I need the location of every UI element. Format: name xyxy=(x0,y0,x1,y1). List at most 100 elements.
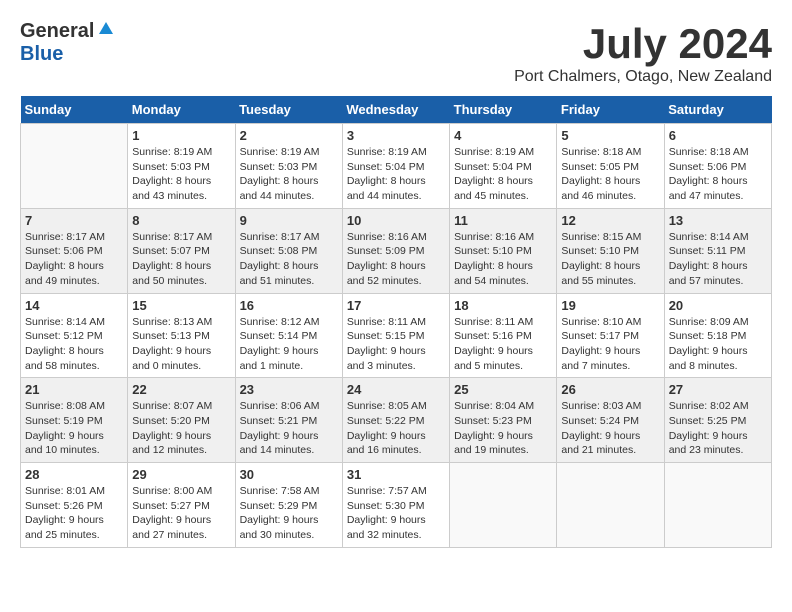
calendar-cell: 21 Sunrise: 8:08 AMSunset: 5:19 PMDayligh… xyxy=(21,378,128,463)
day-number: 10 xyxy=(347,213,445,228)
day-number: 31 xyxy=(347,467,445,482)
calendar-week-2: 14 Sunrise: 8:14 AMSunset: 5:12 PMDayligh… xyxy=(21,293,772,378)
logo-blue: Blue xyxy=(20,43,63,65)
calendar-cell: 16Sunrise: 8:12 AMSunset: 5:14 PMDayligh… xyxy=(235,293,342,378)
day-info: Sunrise: 8:19 AMSunset: 5:03 PMDaylight:… xyxy=(132,145,230,204)
day-number: 11 xyxy=(454,213,552,228)
day-info: Sunrise: 8:19 AMSunset: 5:04 PMDaylight:… xyxy=(347,145,445,204)
title-section: July 2024 Port Chalmers, Otago, New Zeal… xyxy=(514,20,772,86)
day-number: 12 xyxy=(561,213,659,228)
calendar-cell xyxy=(450,463,557,548)
day-number: 6 xyxy=(669,128,767,143)
day-number: 3 xyxy=(347,128,445,143)
day-number: 17 xyxy=(347,298,445,313)
day-info: Sunrise: 8:17 AMSunset: 5:07 PMDaylight:… xyxy=(132,230,230,289)
day-info: Sunrise: 8:05 AMSunset: 5:22 PMDaylight:… xyxy=(347,399,445,458)
day-number: 1 xyxy=(132,128,230,143)
calendar-cell: 8 Sunrise: 8:17 AMSunset: 5:07 PMDaylight… xyxy=(128,208,235,293)
day-info: Sunrise: 8:18 AMSunset: 5:05 PMDaylight:… xyxy=(561,145,659,204)
logo-general: General xyxy=(20,20,94,43)
day-info: Sunrise: 8:17 AMSunset: 5:08 PMDaylight:… xyxy=(240,230,338,289)
day-info: Sunrise: 7:58 AMSunset: 5:29 PMDaylight:… xyxy=(240,484,338,543)
calendar-cell: 5 Sunrise: 8:18 AMSunset: 5:05 PMDaylight… xyxy=(557,124,664,209)
calendar-cell: 10 Sunrise: 8:16 AMSunset: 5:09 PMDayligh… xyxy=(342,208,449,293)
day-info: Sunrise: 8:10 AMSunset: 5:17 PMDaylight:… xyxy=(561,315,659,374)
calendar-cell: 12 Sunrise: 8:15 AMSunset: 5:10 PMDayligh… xyxy=(557,208,664,293)
calendar-cell: 15Sunrise: 8:13 AMSunset: 5:13 PMDayligh… xyxy=(128,293,235,378)
day-number: 13 xyxy=(669,213,767,228)
day-info: Sunrise: 8:16 AMSunset: 5:09 PMDaylight:… xyxy=(347,230,445,289)
day-number: 20 xyxy=(669,298,767,313)
day-number: 21 xyxy=(25,382,123,397)
calendar-cell: 13Sunrise: 8:14 AMSunset: 5:11 PMDayligh… xyxy=(664,208,771,293)
calendar-cell xyxy=(557,463,664,548)
day-number: 25 xyxy=(454,382,552,397)
calendar-cell: 26Sunrise: 8:03 AMSunset: 5:24 PMDayligh… xyxy=(557,378,664,463)
calendar-cell xyxy=(21,124,128,209)
day-number: 7 xyxy=(25,213,123,228)
day-number: 19 xyxy=(561,298,659,313)
calendar-cell: 25Sunrise: 8:04 AMSunset: 5:23 PMDayligh… xyxy=(450,378,557,463)
day-number: 8 xyxy=(132,213,230,228)
calendar-cell: 31Sunrise: 7:57 AMSunset: 5:30 PMDayligh… xyxy=(342,463,449,548)
day-number: 9 xyxy=(240,213,338,228)
calendar-cell xyxy=(664,463,771,548)
day-info: Sunrise: 8:00 AMSunset: 5:27 PMDaylight:… xyxy=(132,484,230,543)
day-info: Sunrise: 8:18 AMSunset: 5:06 PMDaylight:… xyxy=(669,145,767,204)
day-info: Sunrise: 8:13 AMSunset: 5:13 PMDaylight:… xyxy=(132,315,230,374)
day-info: Sunrise: 8:19 AMSunset: 5:03 PMDaylight:… xyxy=(240,145,338,204)
day-number: 14 xyxy=(25,298,123,313)
day-number: 24 xyxy=(347,382,445,397)
calendar-week-3: 21 Sunrise: 8:08 AMSunset: 5:19 PMDayligh… xyxy=(21,378,772,463)
day-info: Sunrise: 8:01 AMSunset: 5:26 PMDaylight:… xyxy=(25,484,123,543)
calendar-cell: 18Sunrise: 8:11 AMSunset: 5:16 PMDayligh… xyxy=(450,293,557,378)
day-info: Sunrise: 8:19 AMSunset: 5:04 PMDaylight:… xyxy=(454,145,552,204)
day-number: 22 xyxy=(132,382,230,397)
day-info: Sunrise: 8:16 AMSunset: 5:10 PMDaylight:… xyxy=(454,230,552,289)
calendar-cell: 11 Sunrise: 8:16 AMSunset: 5:10 PMDayligh… xyxy=(450,208,557,293)
calendar-cell: 24 Sunrise: 8:05 AMSunset: 5:22 PMDayligh… xyxy=(342,378,449,463)
day-number: 5 xyxy=(561,128,659,143)
location-title: Port Chalmers, Otago, New Zealand xyxy=(514,68,772,86)
calendar-cell: 27Sunrise: 8:02 AMSunset: 5:25 PMDayligh… xyxy=(664,378,771,463)
calendar-cell: 14 Sunrise: 8:14 AMSunset: 5:12 PMDayligh… xyxy=(21,293,128,378)
day-info: Sunrise: 8:11 AMSunset: 5:16 PMDaylight:… xyxy=(454,315,552,374)
logo: General Blue xyxy=(20,20,115,66)
day-info: Sunrise: 8:15 AMSunset: 5:10 PMDaylight:… xyxy=(561,230,659,289)
month-title: July 2024 xyxy=(514,20,772,68)
calendar-table: SundayMondayTuesdayWednesdayThursdayFrid… xyxy=(20,96,772,548)
calendar-week-4: 28 Sunrise: 8:01 AMSunset: 5:26 PMDayligh… xyxy=(21,463,772,548)
day-number: 28 xyxy=(25,467,123,482)
day-number: 2 xyxy=(240,128,338,143)
calendar-cell: 28 Sunrise: 8:01 AMSunset: 5:26 PMDayligh… xyxy=(21,463,128,548)
day-info: Sunrise: 8:08 AMSunset: 5:19 PMDaylight:… xyxy=(25,399,123,458)
weekday-sunday: Sunday xyxy=(21,96,128,124)
calendar-cell: 4 Sunrise: 8:19 AMSunset: 5:04 PMDaylight… xyxy=(450,124,557,209)
calendar-cell: 19 Sunrise: 8:10 AMSunset: 5:17 PMDayligh… xyxy=(557,293,664,378)
calendar-cell: 3 Sunrise: 8:19 AMSunset: 5:04 PMDaylight… xyxy=(342,124,449,209)
calendar-cell: 30 Sunrise: 7:58 AMSunset: 5:29 PMDayligh… xyxy=(235,463,342,548)
calendar-cell: 20Sunrise: 8:09 AMSunset: 5:18 PMDayligh… xyxy=(664,293,771,378)
calendar-cell: 29 Sunrise: 8:00 AMSunset: 5:27 PMDayligh… xyxy=(128,463,235,548)
calendar-cell: 2 Sunrise: 8:19 AMSunset: 5:03 PMDaylight… xyxy=(235,124,342,209)
day-number: 4 xyxy=(454,128,552,143)
calendar-cell: 7Sunrise: 8:17 AMSunset: 5:06 PMDaylight… xyxy=(21,208,128,293)
day-info: Sunrise: 8:14 AMSunset: 5:12 PMDaylight:… xyxy=(25,315,123,374)
weekday-thursday: Thursday xyxy=(450,96,557,124)
logo-icon xyxy=(97,20,115,43)
weekday-friday: Friday xyxy=(557,96,664,124)
calendar-week-1: 7Sunrise: 8:17 AMSunset: 5:06 PMDaylight… xyxy=(21,208,772,293)
day-number: 29 xyxy=(132,467,230,482)
day-number: 16 xyxy=(240,298,338,313)
day-number: 30 xyxy=(240,467,338,482)
weekday-tuesday: Tuesday xyxy=(235,96,342,124)
calendar-cell: 9 Sunrise: 8:17 AMSunset: 5:08 PMDaylight… xyxy=(235,208,342,293)
weekday-saturday: Saturday xyxy=(664,96,771,124)
day-number: 23 xyxy=(240,382,338,397)
weekday-header-row: SundayMondayTuesdayWednesdayThursdayFrid… xyxy=(21,96,772,124)
day-info: Sunrise: 8:07 AMSunset: 5:20 PMDaylight:… xyxy=(132,399,230,458)
day-info: Sunrise: 8:03 AMSunset: 5:24 PMDaylight:… xyxy=(561,399,659,458)
weekday-wednesday: Wednesday xyxy=(342,96,449,124)
calendar-cell: 22 Sunrise: 8:07 AMSunset: 5:20 PMDayligh… xyxy=(128,378,235,463)
weekday-monday: Monday xyxy=(128,96,235,124)
